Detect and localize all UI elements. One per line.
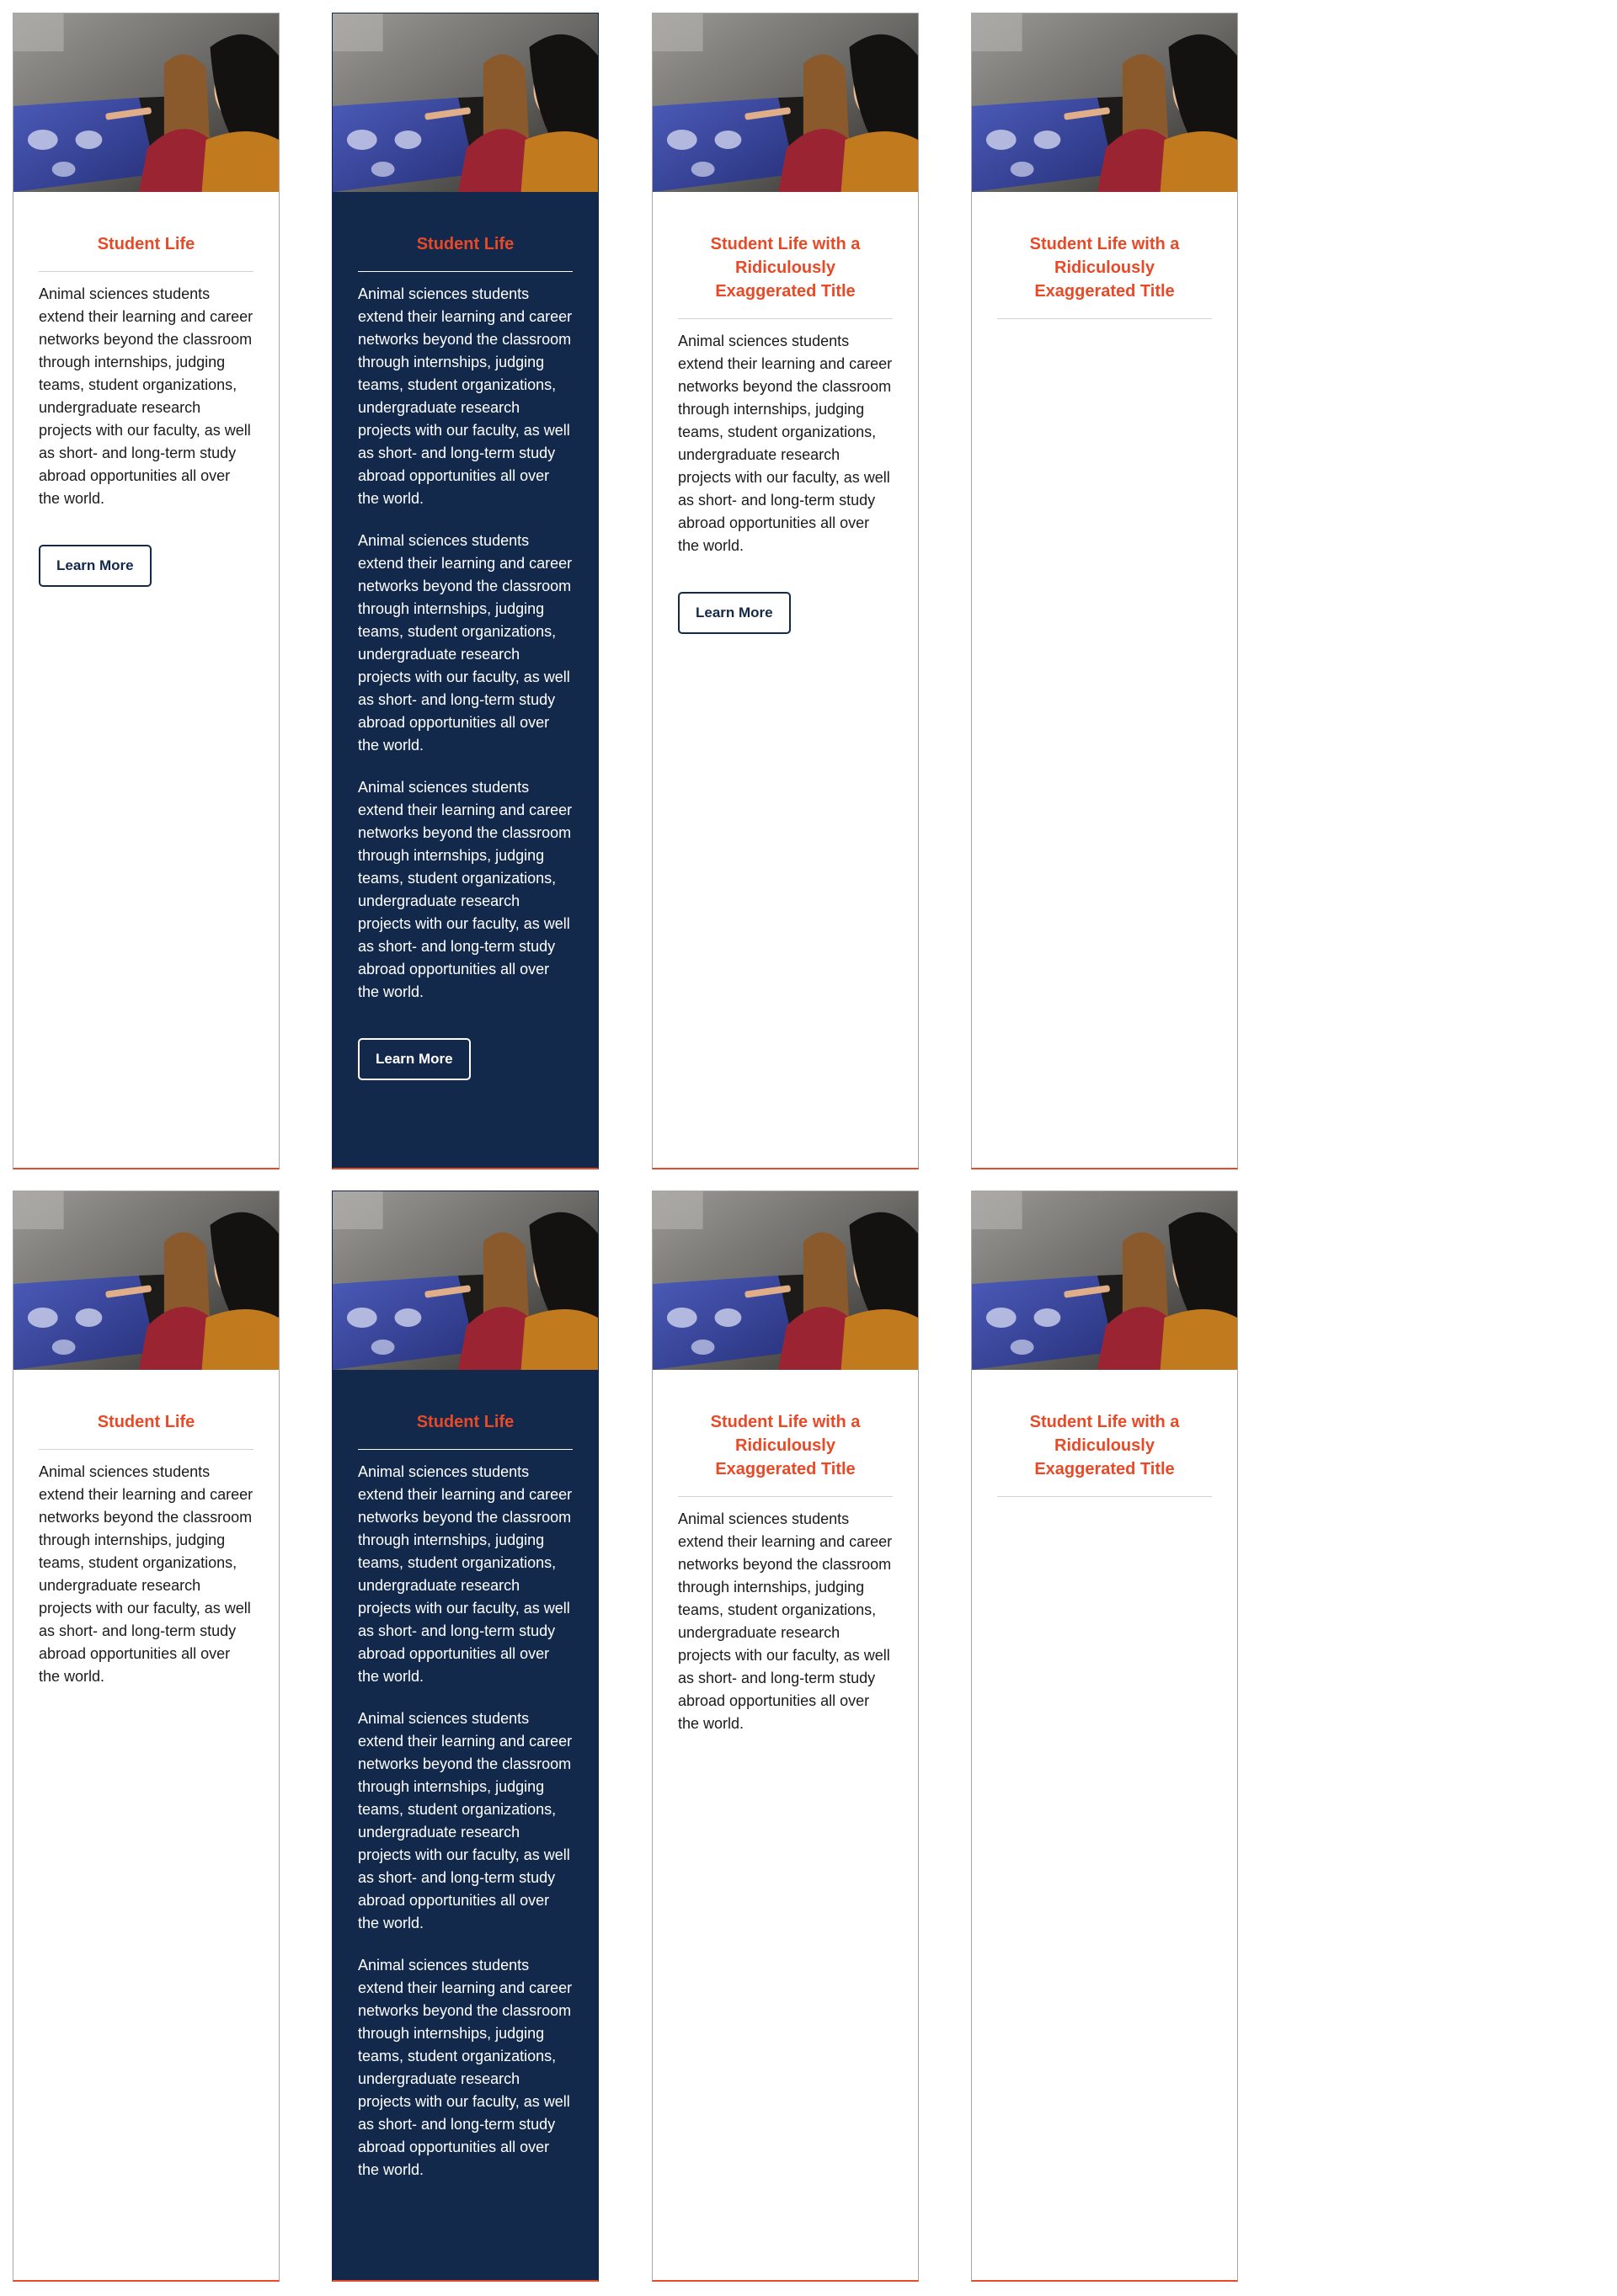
title-divider bbox=[997, 1496, 1212, 1497]
card-text: Animal sciences students extend their le… bbox=[358, 1463, 573, 1685]
card-6: Student Life Animal sciences students ex… bbox=[332, 1191, 599, 2282]
card-text: Animal sciences students extend their le… bbox=[358, 285, 573, 507]
students-at-touchscreen-photo bbox=[333, 13, 598, 192]
card-title: Student Life with a Ridiculously Exagger… bbox=[1029, 235, 1180, 301]
card-title: Student Life with a Ridiculously Exagger… bbox=[710, 235, 861, 301]
card-photo bbox=[972, 1191, 1237, 1370]
title-divider bbox=[39, 271, 253, 272]
students-at-touchscreen-photo bbox=[972, 13, 1237, 192]
students-at-touchscreen-photo bbox=[333, 1191, 598, 1370]
card-text: Animal sciences students extend their le… bbox=[358, 1710, 573, 1931]
card-7: Student Life with a Ridiculously Exagger… bbox=[652, 1191, 919, 2282]
card-8: Student Life with a Ridiculously Exagger… bbox=[971, 1191, 1238, 2282]
card-text: Animal sciences students extend their le… bbox=[39, 1463, 253, 1685]
card-title: Student Life bbox=[97, 1413, 195, 1431]
card-title: Student Life with a Ridiculously Exagger… bbox=[1029, 1413, 1180, 1478]
card-title: Student Life bbox=[416, 1413, 515, 1431]
card-text: Animal sciences students extend their le… bbox=[678, 1510, 893, 1732]
card-5: Student Life Animal sciences students ex… bbox=[13, 1191, 280, 2282]
students-at-touchscreen-photo bbox=[653, 13, 918, 192]
students-at-touchscreen-photo bbox=[13, 1191, 279, 1370]
card-2: Student Life Animal sciences students ex… bbox=[332, 13, 599, 1169]
card-photo bbox=[653, 13, 918, 192]
card-3: Student Life with a Ridiculously Exagger… bbox=[652, 13, 919, 1169]
students-at-touchscreen-photo bbox=[972, 1191, 1237, 1370]
title-divider bbox=[678, 1496, 893, 1497]
title-divider bbox=[678, 318, 893, 319]
learn-more-button[interactable]: Learn More bbox=[678, 592, 791, 634]
card-photo bbox=[13, 1191, 279, 1370]
card-photo bbox=[653, 1191, 918, 1370]
title-divider bbox=[358, 1449, 573, 1450]
card-title: Student Life bbox=[97, 235, 195, 253]
card-photo bbox=[333, 1191, 598, 1370]
title-divider bbox=[39, 1449, 253, 1450]
card-4: Student Life with a Ridiculously Exagger… bbox=[971, 13, 1238, 1169]
card-text: Animal sciences students extend their le… bbox=[358, 532, 573, 754]
card-text: Animal sciences students extend their le… bbox=[678, 333, 893, 554]
learn-more-button[interactable]: Learn More bbox=[358, 1038, 471, 1080]
card-photo bbox=[972, 13, 1237, 192]
students-at-touchscreen-photo bbox=[13, 13, 279, 192]
card-text: Animal sciences students extend their le… bbox=[358, 1957, 573, 2178]
students-at-touchscreen-photo bbox=[653, 1191, 918, 1370]
card-1: Student Life Animal sciences students ex… bbox=[13, 13, 280, 1169]
learn-more-button[interactable]: Learn More bbox=[39, 545, 152, 587]
title-divider bbox=[997, 318, 1212, 319]
card-text: Animal sciences students extend their le… bbox=[358, 779, 573, 1000]
card-title: Student Life with a Ridiculously Exagger… bbox=[710, 1413, 861, 1478]
card-photo bbox=[333, 13, 598, 192]
card-photo bbox=[13, 13, 279, 192]
title-divider bbox=[358, 271, 573, 272]
card-title: Student Life bbox=[416, 235, 515, 253]
card-text: Animal sciences students extend their le… bbox=[39, 285, 253, 507]
